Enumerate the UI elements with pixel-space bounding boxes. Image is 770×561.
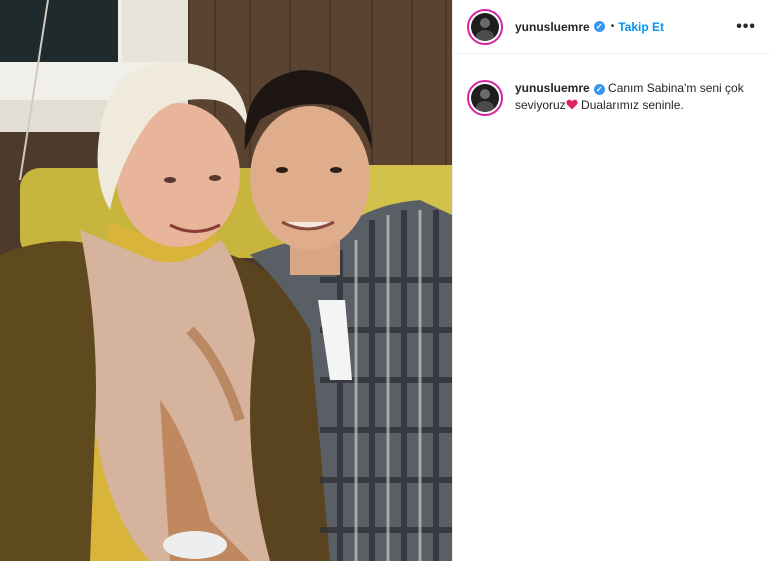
post-photo-illustration bbox=[0, 0, 452, 561]
instagram-post: yunusluemre ✓ • Takip Et ••• yunusluemre… bbox=[0, 0, 770, 561]
post-photo[interactable] bbox=[0, 0, 452, 561]
red-heart-icon bbox=[566, 99, 578, 110]
header-separator: • bbox=[610, 21, 615, 32]
author-avatar[interactable] bbox=[467, 8, 503, 45]
verified-badge-icon: ✓ bbox=[593, 21, 605, 32]
verified-badge-icon: ✓ bbox=[593, 84, 605, 95]
profile-avatar-icon bbox=[471, 12, 499, 41]
caption-comment: yunusluemre ✓ Canım Sabina'm seni çok sev… bbox=[453, 54, 770, 116]
caption-author-avatar[interactable] bbox=[467, 80, 503, 116]
more-options-icon[interactable]: ••• bbox=[736, 18, 756, 36]
post-header: yunusluemre ✓ • Takip Et ••• bbox=[453, 0, 770, 54]
author-username[interactable]: yunusluemre bbox=[515, 20, 590, 34]
profile-avatar-icon bbox=[471, 84, 499, 112]
caption-text-after-heart: Dualarımız seninle. bbox=[577, 98, 684, 112]
caption-username[interactable]: yunusluemre bbox=[515, 81, 590, 95]
caption-body: yunusluemre ✓ Canım Sabina'm seni çok sev… bbox=[515, 80, 747, 114]
follow-button[interactable]: Takip Et bbox=[618, 20, 664, 34]
post-side-panel: yunusluemre ✓ • Takip Et ••• yunusluemre… bbox=[452, 0, 770, 561]
